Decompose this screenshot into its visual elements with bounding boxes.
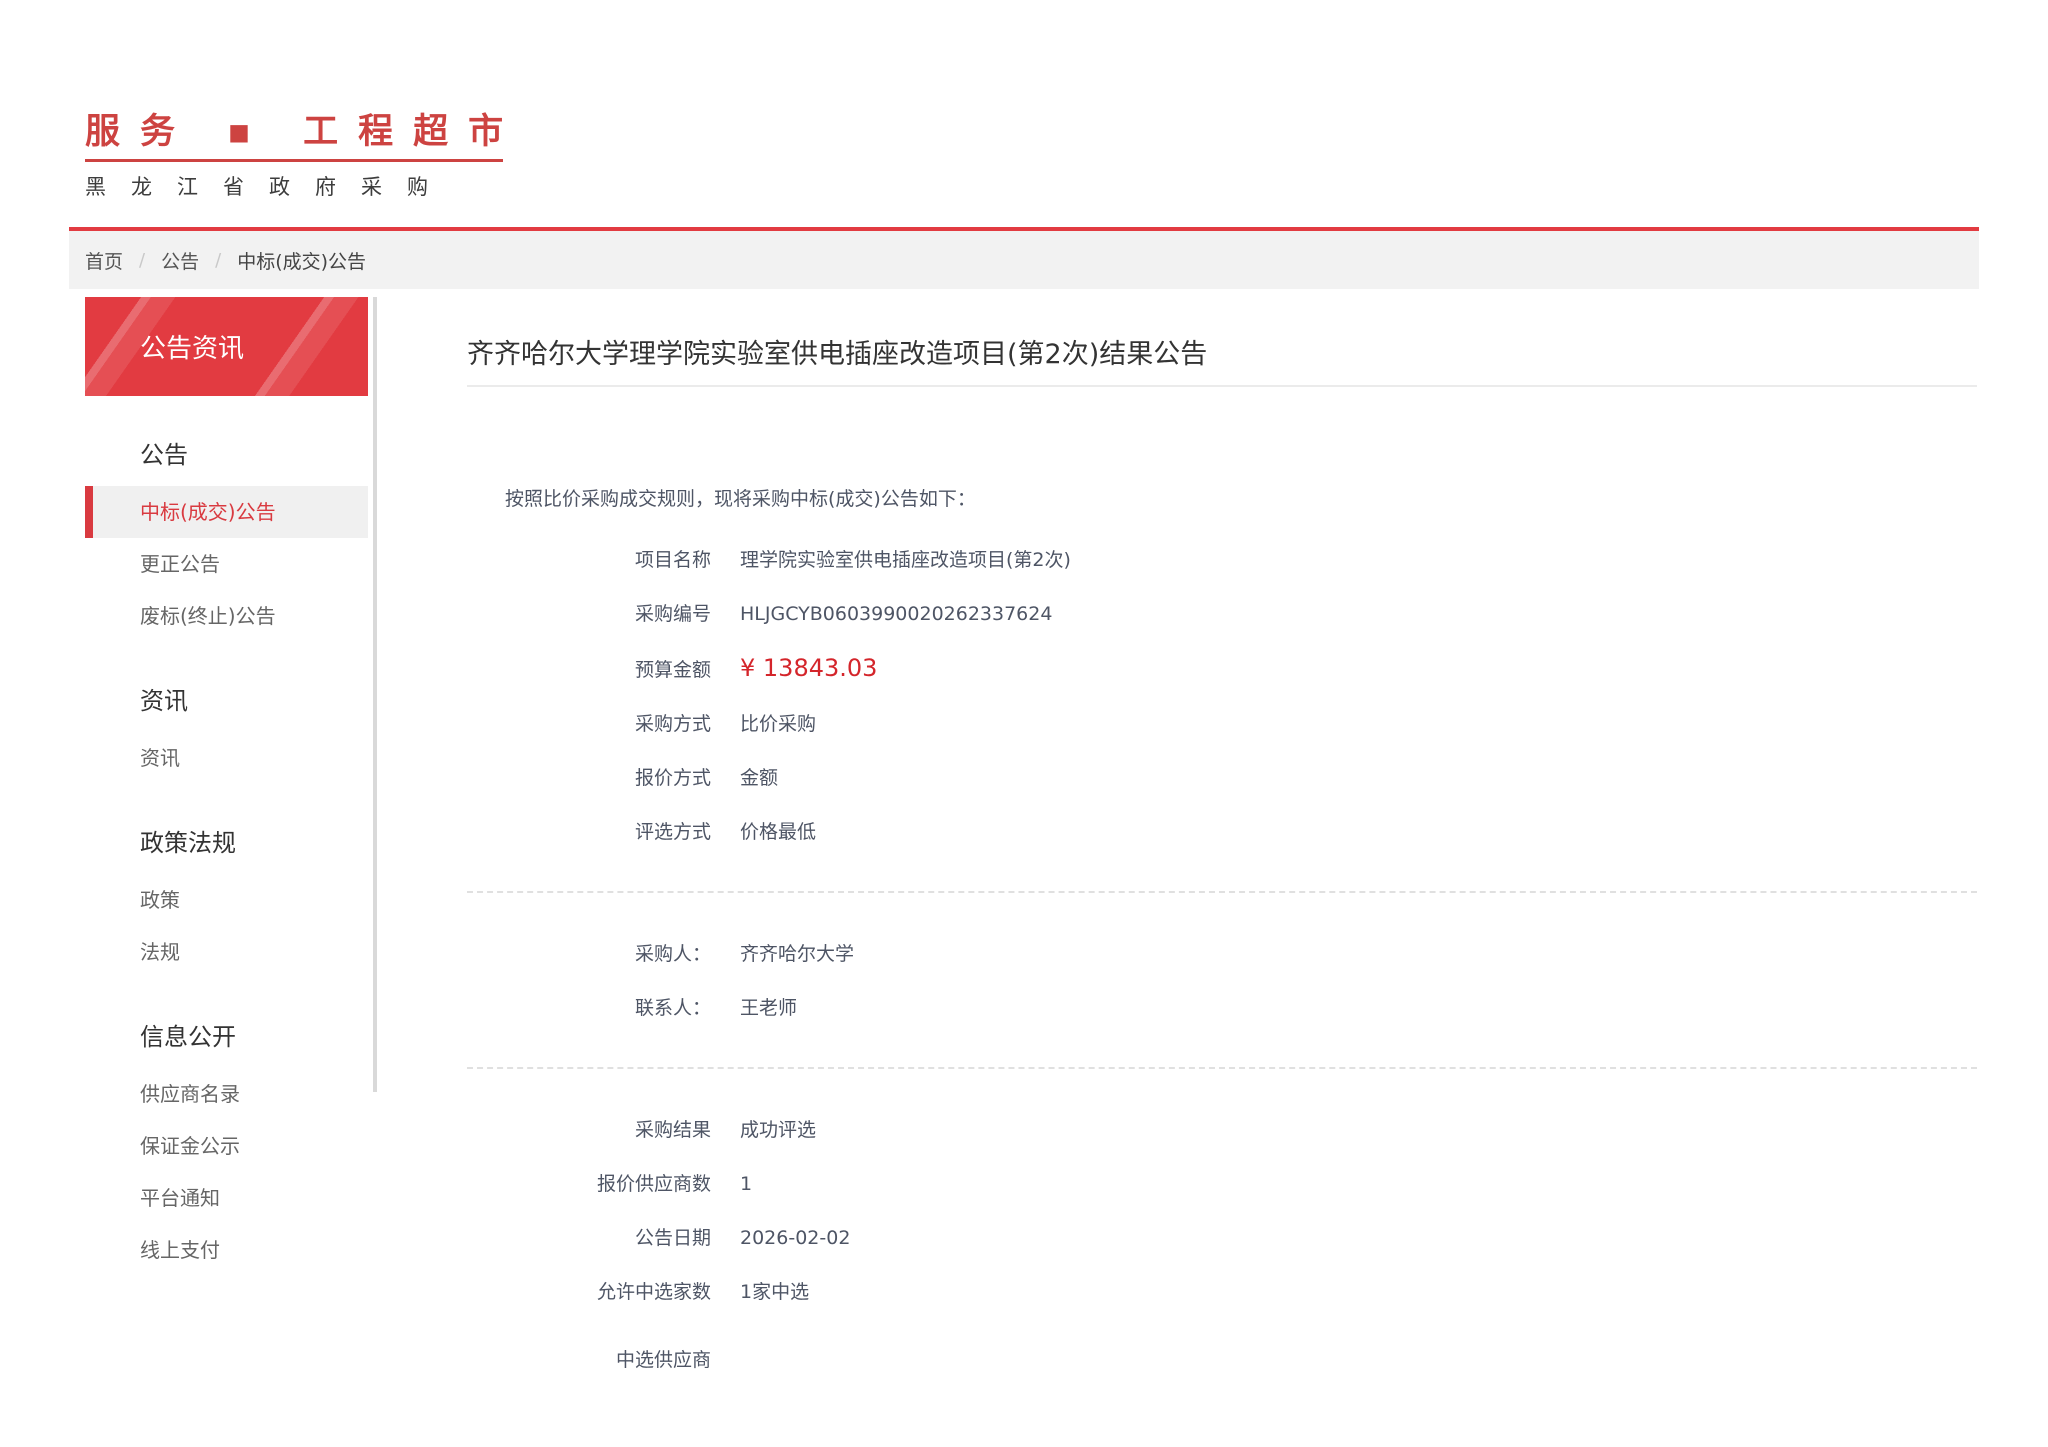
selection-method-value: 价格最低	[740, 821, 817, 843]
sidebar-item-news[interactable]: 资讯	[85, 732, 368, 784]
field-row-procurement-method: 采购方式 比价采购	[467, 713, 1977, 735]
quote-method-value: 金额	[740, 767, 779, 789]
section-divider	[467, 891, 1977, 893]
section-divider	[467, 1067, 1977, 1069]
procurement-method-value: 比价采购	[740, 713, 817, 735]
procurement-number-value: HLJGCYB0603990020262337624	[740, 603, 1053, 625]
field-label: 报价供应商数	[596, 1173, 711, 1195]
field-label: 中选供应商	[615, 1349, 711, 1371]
field-row-supplier-count: 报价供应商数 1	[467, 1173, 1977, 1195]
sidebar-header: 公告资讯	[85, 297, 368, 396]
field-label: 采购结果	[634, 1119, 711, 1141]
project-name-value: 理学院实验室供电插座改造项目(第2次)	[740, 549, 1071, 571]
allowed-winners-value: 1家中选	[740, 1281, 810, 1303]
breadcrumb: 首页 / 公告 / 中标(成交)公告	[69, 231, 1979, 289]
field-row-contact-person: 联系人： 王老师	[467, 997, 1977, 1019]
sidebar-section-title-news: 资讯	[140, 687, 188, 715]
sidebar-section-title-disclosure: 信息公开	[140, 1023, 236, 1051]
procurement-result-value: 成功评选	[740, 1119, 817, 1141]
field-label: 采购编号	[634, 603, 711, 625]
contact-person-value: 王老师	[740, 997, 798, 1019]
field-label: 允许中选家数	[596, 1281, 711, 1303]
body-row: 公告资讯 公告 中标(成交)公告 更正公告 废标(终止)公告 资讯 资讯 政策法…	[69, 297, 1979, 1371]
budget-amount-value: ¥ 13843.03	[740, 654, 878, 682]
breadcrumb-separator: /	[215, 249, 222, 271]
field-row-announcement-date: 公告日期 2026-02-02	[467, 1227, 1977, 1249]
field-label: 项目名称	[634, 549, 711, 571]
field-label: 联系人：	[634, 997, 711, 1019]
main-content: 齐齐哈尔大学理学院实验室供电插座改造项目(第2次)结果公告 按照比价采购成交规则…	[368, 297, 1979, 1371]
field-label: 公告日期	[634, 1227, 711, 1249]
field-label: 预算金额	[634, 659, 711, 681]
sidebar: 公告资讯 公告 中标(成交)公告 更正公告 废标(终止)公告 资讯 资讯 政策法…	[85, 297, 377, 1371]
site-header: 服务 ▪ 工程超市 黑龙江省政府采购	[69, 0, 1979, 227]
sidebar-item-regulations[interactable]: 法规	[85, 926, 368, 978]
sidebar-item-cancellation-notice[interactable]: 废标(终止)公告	[85, 590, 368, 642]
field-label: 评选方式	[634, 821, 711, 843]
sidebar-item-supplier-directory[interactable]: 供应商名录	[85, 1068, 368, 1120]
announcement-intro: 按照比价采购成交规则，现将采购中标(成交)公告如下：	[505, 488, 976, 510]
sidebar-item-online-payment[interactable]: 线上支付	[85, 1224, 368, 1276]
sidebar-group-policy: 政策法规 政策 法规	[85, 826, 368, 978]
logo-title: 服务 ▪ 工程超市	[85, 112, 524, 152]
field-label: 采购人：	[634, 943, 711, 965]
sidebar-item-deposit-publicity[interactable]: 保证金公示	[85, 1120, 368, 1172]
field-label: 采购方式	[634, 713, 711, 735]
breadcrumb-separator: /	[139, 249, 146, 271]
page-container: 服务 ▪ 工程超市 黑龙江省政府采购 首页 / 公告 / 中标(成交)公告 公告…	[69, 0, 1979, 1371]
field-row-allowed-winners: 允许中选家数 1家中选	[467, 1281, 1977, 1303]
field-row-purchaser: 采购人： 齐齐哈尔大学	[467, 943, 1977, 965]
site-logo[interactable]: 服务 ▪ 工程超市 黑龙江省政府采购	[85, 112, 504, 201]
basic-fields-block: 项目名称 理学院实验室供电插座改造项目(第2次) 采购编号 HLJGCYB060…	[467, 549, 1977, 843]
sidebar-group-announcements: 公告 中标(成交)公告 更正公告 废标(终止)公告	[85, 438, 368, 642]
field-row-quote-method: 报价方式 金额	[467, 767, 1977, 789]
sidebar-group-disclosure: 信息公开 供应商名录 保证金公示 平台通知 线上支付	[85, 1020, 368, 1276]
field-row-winning-supplier: 中选供应商	[467, 1349, 1977, 1371]
sidebar-group-news: 资讯 资讯	[85, 684, 368, 784]
logo-underline	[85, 159, 504, 162]
field-row-selection-method: 评选方式 价格最低	[467, 821, 1977, 843]
logo-subtitle: 黑龙江省政府采购	[85, 175, 453, 199]
sidebar-item-award-notice[interactable]: 中标(成交)公告	[85, 486, 368, 538]
field-label: 报价方式	[634, 767, 711, 789]
field-row-procurement-result: 采购结果 成功评选	[467, 1119, 1977, 1141]
announcement-date-value: 2026-02-02	[740, 1227, 851, 1249]
supplier-count-value: 1	[740, 1173, 753, 1195]
contact-fields-block: 采购人： 齐齐哈尔大学 联系人： 王老师	[467, 943, 1977, 1019]
result-fields-block: 采购结果 成功评选 报价供应商数 1 公告日期 2026-02-02 允许中选家…	[467, 1119, 1977, 1371]
sidebar-section-title-policy: 政策法规	[140, 829, 236, 857]
sidebar-item-correction-notice[interactable]: 更正公告	[85, 538, 368, 590]
breadcrumb-current: 中标(成交)公告	[237, 250, 367, 273]
purchaser-value: 齐齐哈尔大学	[740, 943, 855, 965]
breadcrumb-announcements[interactable]: 公告	[161, 247, 199, 274]
sidebar-item-policy[interactable]: 政策	[85, 874, 368, 926]
announcement-title: 齐齐哈尔大学理学院实验室供电插座改造项目(第2次)结果公告	[467, 337, 1977, 387]
sidebar-section-title-announcements: 公告	[140, 441, 188, 469]
sidebar-item-platform-notice[interactable]: 平台通知	[85, 1172, 368, 1224]
field-row-project-name: 项目名称 理学院实验室供电插座改造项目(第2次)	[467, 549, 1977, 571]
field-row-budget-amount: 预算金额 ¥ 13843.03	[467, 654, 1977, 682]
breadcrumb-home[interactable]: 首页	[85, 247, 123, 274]
field-row-procurement-number: 采购编号 HLJGCYB0603990020262337624	[467, 603, 1977, 625]
